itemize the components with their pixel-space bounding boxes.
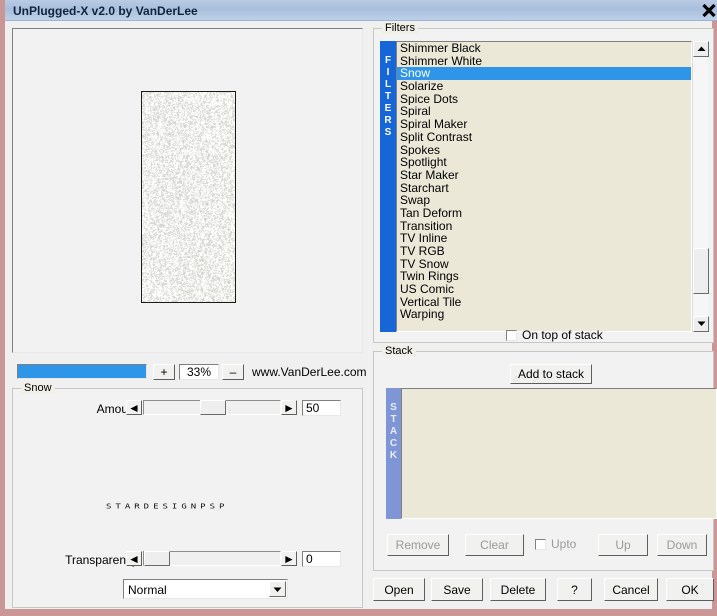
blend-mode-value: Normal [128,583,167,597]
help-button[interactable]: ? [557,578,592,601]
zoom-bar: + 33% – www.VanDerLee.com [12,362,367,382]
filter-list-item[interactable]: Shimmer Black [397,42,691,55]
filters-group: Filters FILTERS Shimmer Black Shimmer Whi… [373,22,714,343]
zoom-out-button[interactable]: – [222,364,244,380]
strip-letter: F [384,55,392,66]
save-button[interactable]: Save [431,578,483,601]
strip-letter: I [386,67,390,78]
filter-settings-legend: Snow [21,382,55,394]
strip-letter: K [389,450,398,461]
filter-list-item[interactable]: Twin Rings [397,270,691,283]
filters-side-strip: FILTERS [380,41,396,332]
stack-clear-button[interactable]: Clear [465,534,524,556]
strip-letter: L [384,79,392,90]
strip-letter: E [384,103,392,114]
zoom-level-value: 33% [179,364,219,380]
website-link[interactable]: www.VanDerLee.com [252,365,367,379]
ok-button[interactable]: OK [666,578,714,601]
filter-list-item[interactable]: Spice Dots [397,93,691,106]
strip-letter: S [384,127,392,138]
filters-scrollbar[interactable] [692,41,709,332]
watermark-text: STARDESIGNPSP [106,503,229,511]
open-button[interactable]: Open [373,578,425,601]
dialog-button-bar: Open Save Delete ? Cancel OK [373,578,714,604]
zoom-progress-fill [18,365,146,378]
strip-letter: T [384,91,392,102]
strip-letter: R [384,115,392,126]
upto-checkbox[interactable] [535,539,546,550]
filter-list-item[interactable]: Warping [397,308,691,321]
on-top-of-stack-label: On top of stack [522,328,603,342]
strip-letter: C [389,438,398,449]
strip-letter: T [390,414,397,425]
filter-list-item[interactable]: US Comic [397,283,691,296]
transparency-slider-thumb[interactable] [144,551,170,566]
filter-settings-group: Snow Amount ◄ ► 50 STARDESIGNPSP Transpa… [12,382,363,608]
amount-value-field[interactable]: 50 [302,400,341,416]
filter-list-item[interactable]: TV Snow [397,258,691,271]
close-icon[interactable] [700,2,717,19]
strip-letter: A [389,426,398,437]
amount-slider-track[interactable] [143,400,281,415]
strip-letter: S [390,402,397,413]
filter-list-item[interactable]: Split Contrast [397,131,691,144]
add-to-stack-button[interactable]: Add to stack [510,364,592,384]
zoom-in-button[interactable]: + [153,364,175,380]
amount-decrease-button[interactable]: ◄ [126,400,142,415]
filter-list-item[interactable]: Starchart [397,182,691,195]
stack-side-strip: STACK [386,388,401,519]
stack-legend: Stack [382,345,416,357]
zoom-progress-track[interactable] [17,364,147,379]
stack-up-button[interactable]: Up [598,534,648,556]
window-title: UnPlugged-X v2.0 by VanDerLee [13,4,198,18]
title-bar: UnPlugged-X v2.0 by VanDerLee [5,0,717,21]
filters-legend: Filters [382,22,418,34]
filter-list-item[interactable]: Vertical Tile [397,296,691,309]
upto-label: Upto [551,537,577,551]
cancel-button[interactable]: Cancel [604,578,658,601]
transparency-increase-button[interactable]: ► [281,551,297,566]
amount-slider-thumb[interactable] [200,400,226,415]
filters-scrollbar-thumb[interactable] [693,248,709,294]
chevron-down-icon[interactable] [269,581,286,597]
application-window: UnPlugged-X v2.0 by VanDerLee + 33% – ww… [0,0,717,616]
filter-list-item[interactable]: Spotlight [397,156,691,169]
filter-list-item[interactable]: Solarize [397,80,691,93]
delete-button[interactable]: Delete [490,578,546,601]
amount-increase-button[interactable]: ► [281,400,297,415]
stack-down-button[interactable]: Down [657,534,707,556]
filter-list-item[interactable]: Snow [397,67,691,81]
filter-list-item[interactable]: Shimmer White [397,55,691,68]
preview-pane[interactable] [12,28,363,353]
blend-mode-select[interactable]: Normal [123,579,288,599]
triangle-up-icon[interactable] [693,41,709,57]
stack-listbox[interactable] [401,388,717,519]
transparency-label: Transparency [65,553,138,567]
filter-list-item[interactable]: TV Inline [397,232,691,245]
on-top-of-stack-checkbox[interactable] [506,330,517,341]
stack-group: Stack Add to stack STACK Remove Clear Up… [373,345,717,571]
filter-list-item[interactable]: Star Maker [397,169,691,182]
stack-remove-button[interactable]: Remove [387,534,449,556]
filters-listbox[interactable]: Shimmer Black Shimmer White Snow Solarize Sp… [396,41,692,332]
filter-list-item[interactable]: Spiral [397,105,691,118]
preview-image [141,91,236,303]
filter-list-item[interactable]: Transition [397,220,691,233]
transparency-value-field[interactable]: 0 [302,551,341,567]
filter-list-item[interactable]: TV RGB [397,245,691,258]
transparency-slider-track[interactable] [143,551,281,566]
filter-list-item[interactable]: Tan Deform [397,207,691,220]
filter-list-item[interactable]: Spiral Maker [397,118,691,131]
filter-list-item[interactable]: Swap [397,194,691,207]
transparency-decrease-button[interactable]: ◄ [126,551,142,566]
filter-list-item[interactable]: Spokes [397,144,691,157]
triangle-down-icon[interactable] [693,316,709,332]
